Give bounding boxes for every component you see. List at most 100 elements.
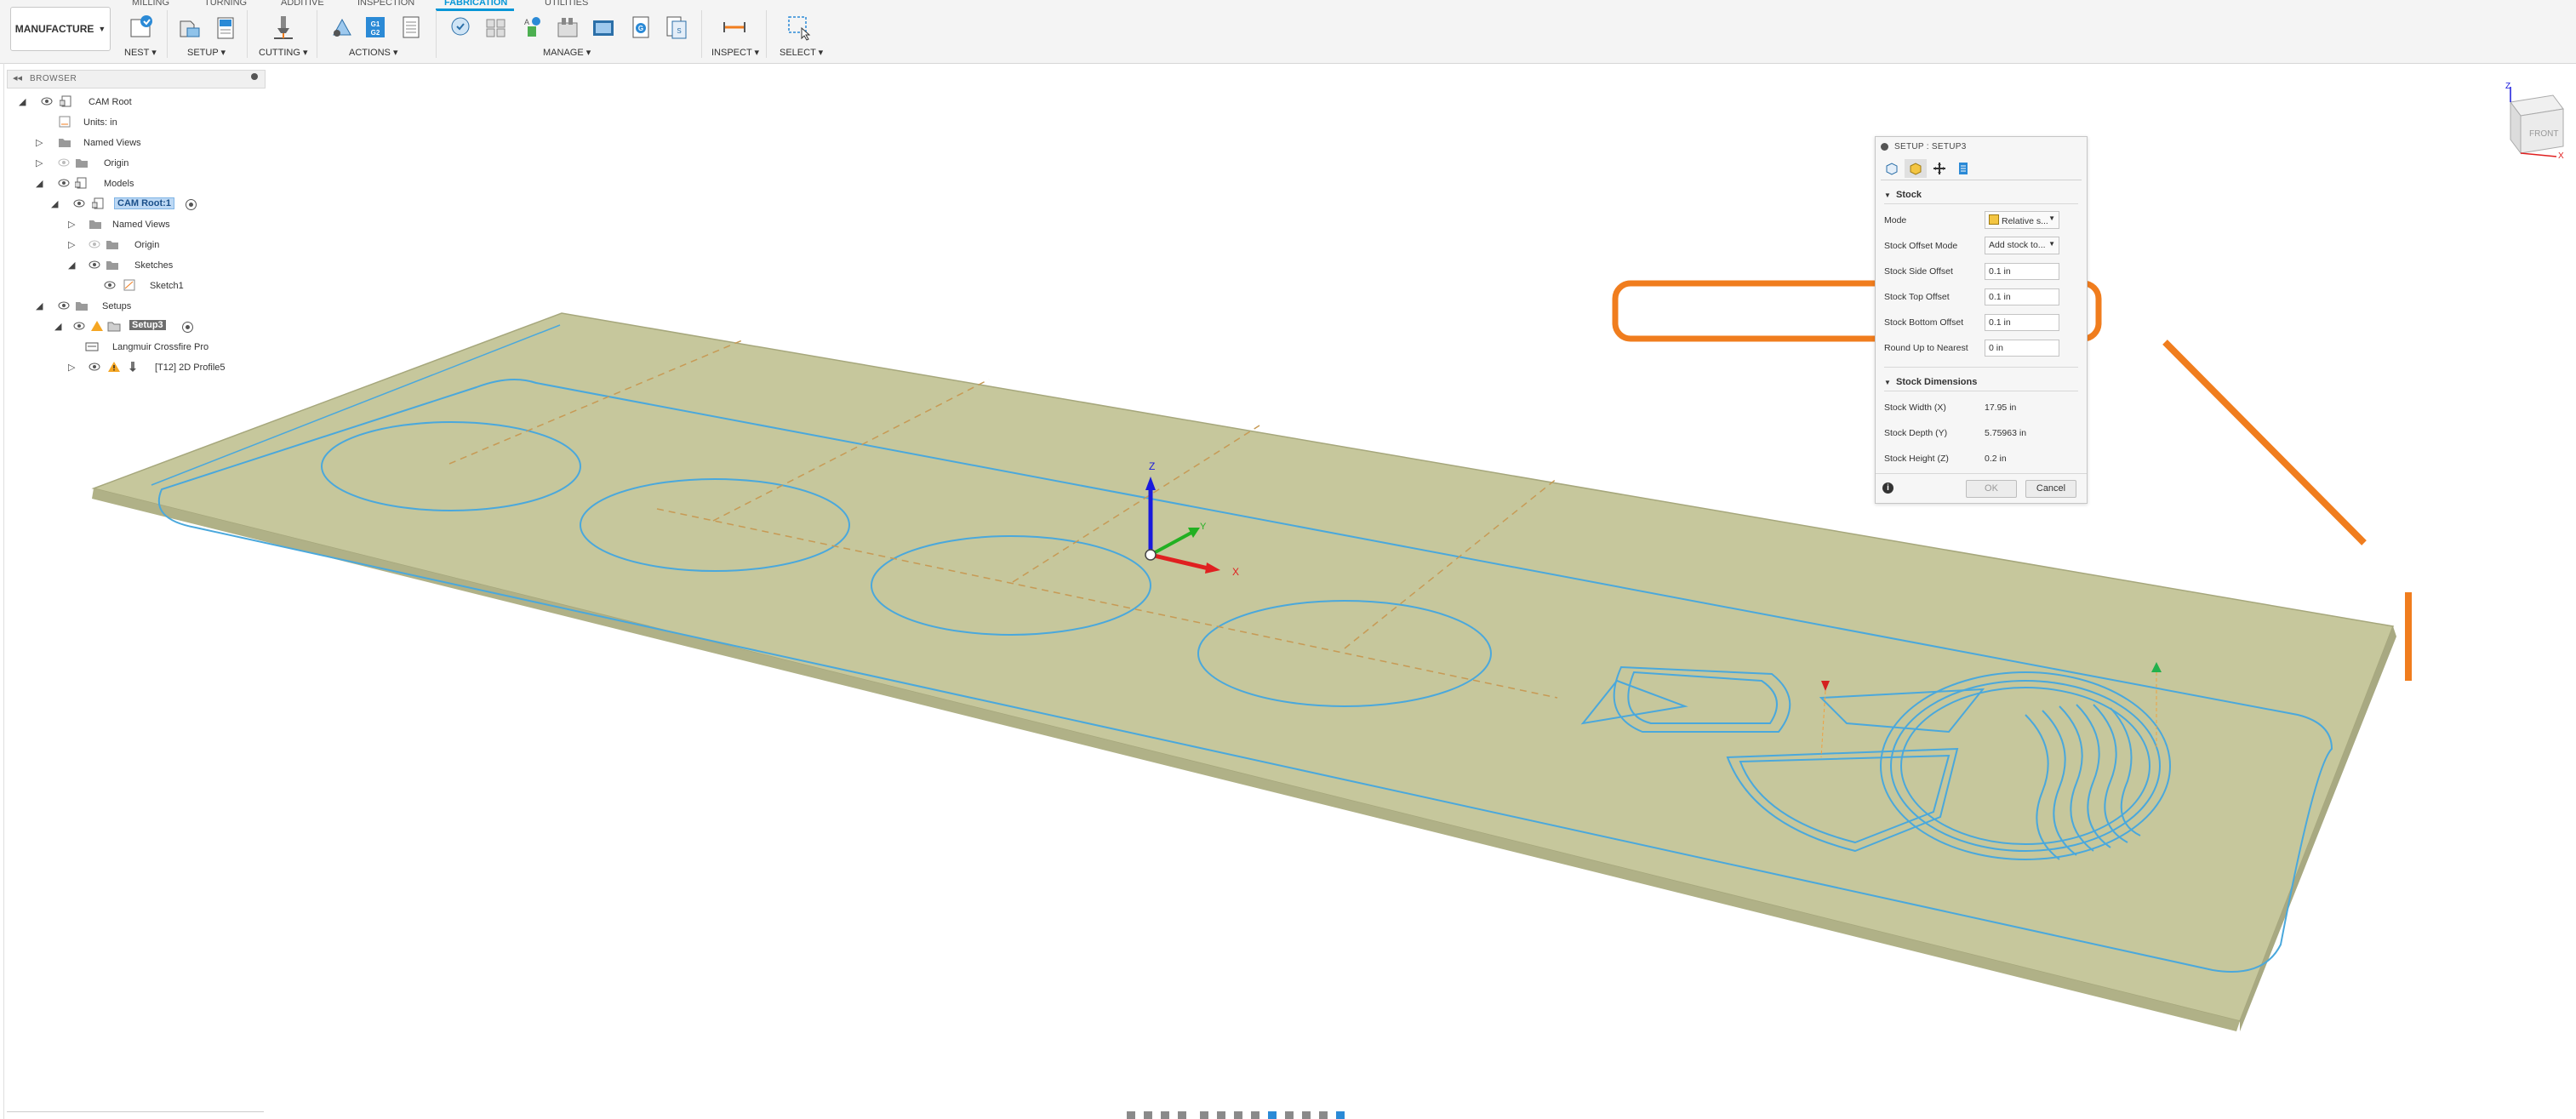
measure-icon[interactable] (720, 13, 749, 42)
section-stock-dimensions[interactable]: ▼ Stock Dimensions (1884, 377, 1977, 387)
tab-setup[interactable] (1881, 159, 1903, 178)
stock-depth-value: 5.75963 in (1985, 428, 2027, 438)
tab-utilities[interactable]: UTILITIES (545, 0, 588, 8)
export-doc-icon[interactable]: S (662, 13, 691, 42)
workspace-label: MANUFACTURE (14, 23, 94, 35)
cancel-button[interactable]: Cancel (2025, 480, 2076, 498)
stock-top-offset-input[interactable]: 0.1 in (1985, 288, 2059, 305)
chevron-down-icon: ▼ (1884, 191, 1891, 199)
group-inspect[interactable]: INSPECT ▾ (711, 47, 759, 58)
stock-width-value: 17.95 in (1985, 402, 2017, 413)
svg-text:S: S (677, 27, 681, 35)
tab-sheet[interactable] (1952, 159, 1974, 178)
view-cube[interactable]: FRONT Z X (2505, 82, 2564, 161)
mode-value: Relative s... (2002, 216, 2048, 226)
stock-top-offset-label: Stock Top Offset (1884, 292, 1950, 302)
simulate-icon[interactable] (327, 13, 356, 42)
dropdown-arrow-icon: ▼ (2048, 214, 2055, 222)
group-manage-label: MANAGE (543, 48, 584, 58)
simulation-icon[interactable] (1302, 1111, 1311, 1119)
tab-milling[interactable]: MILLING (132, 0, 169, 8)
tool-library-icon[interactable] (446, 13, 475, 42)
stock-icon (1989, 214, 1999, 225)
filter-icon[interactable] (1336, 1111, 1345, 1119)
axis-x-label: X (1232, 566, 1239, 578)
grid-settings-icon[interactable] (1217, 1111, 1225, 1119)
stock-width-label: Stock Width (X) (1884, 402, 1946, 413)
section-icon[interactable] (1251, 1111, 1259, 1119)
fit-icon[interactable] (1178, 1111, 1186, 1119)
tab-additive[interactable]: ADDITIVE (281, 0, 324, 8)
group-nest-label: NEST (124, 48, 150, 58)
ok-button[interactable]: OK (1966, 480, 2017, 498)
pan-icon[interactable] (1144, 1111, 1152, 1119)
toolpath-display-icon[interactable] (1285, 1111, 1294, 1119)
g-code-doc-icon[interactable]: G (626, 13, 655, 42)
stock-side-offset-input[interactable]: 0.1 in (1985, 263, 2059, 280)
select-window-icon[interactable] (785, 13, 814, 42)
group-cutting[interactable]: CUTTING ▾ (259, 47, 307, 58)
svg-text:G: G (638, 25, 643, 32)
dialog-title: SETUP : SETUP3 (1894, 142, 1967, 151)
nest-icon[interactable] (126, 13, 155, 42)
section-stock[interactable]: ▼ Stock (1884, 190, 1922, 200)
round-up-label: Round Up to Nearest (1884, 343, 1968, 353)
group-setup-label: SETUP (187, 48, 219, 58)
active-tab-indicator (436, 9, 514, 11)
post-library-icon[interactable] (553, 13, 582, 42)
separator (247, 10, 248, 58)
browser-bottom-edge (7, 1111, 264, 1112)
stock-side-offset-label: Stock Side Offset (1884, 266, 1953, 277)
round-up-input[interactable]: 0 in (1985, 340, 2059, 357)
tab-inspection[interactable]: INSPECTION (357, 0, 414, 8)
stock-offset-mode-value: Add stock to... (1989, 240, 2046, 250)
orbit-icon[interactable] (1127, 1111, 1135, 1119)
wcs-tab-icon (1933, 163, 1945, 174)
dialog-tabs (1881, 159, 2082, 180)
stock-height-value: 0.2 in (1985, 454, 2007, 464)
stock-height-label: Stock Height (Z) (1884, 454, 1949, 464)
workspace-switcher[interactable]: MANUFACTURE ▼ (10, 7, 111, 51)
zoom-icon[interactable] (1161, 1111, 1169, 1119)
stock-display-icon[interactable] (1268, 1111, 1277, 1119)
axis-z-label: Z (1149, 460, 1155, 472)
svg-text:G2: G2 (371, 29, 380, 37)
3d-viewport[interactable]: Z Y X FRONT Z X (0, 63, 2576, 1119)
post-process-icon[interactable]: G1 G2 (361, 13, 390, 42)
nc-program-icon[interactable] (589, 13, 618, 42)
setup-sheet-icon[interactable] (211, 13, 240, 42)
render-icon[interactable] (1319, 1111, 1328, 1119)
group-actions[interactable]: ACTIONS ▾ (349, 47, 397, 58)
group-manage[interactable]: MANAGE ▾ (543, 47, 591, 58)
info-icon[interactable]: i (1882, 482, 1893, 494)
setup-sheet-doc-icon[interactable] (397, 13, 426, 42)
stock-bottom-offset-input[interactable]: 0.1 in (1985, 314, 2059, 331)
display-settings-icon[interactable] (1200, 1111, 1208, 1119)
tab-stock[interactable] (1905, 159, 1927, 178)
group-select[interactable]: SELECT ▾ (780, 47, 823, 58)
setup-icon[interactable] (175, 13, 204, 42)
stock-offset-mode-select[interactable]: Add stock to... ▼ (1985, 237, 2059, 254)
group-actions-label: ACTIONS (349, 48, 391, 58)
viewcube-z-label: Z (2505, 82, 2510, 91)
annotation-arrow-line (2162, 340, 2367, 545)
tab-turning[interactable]: TURNING (204, 0, 247, 8)
dialog-close-icon[interactable] (1881, 143, 1888, 151)
group-setup[interactable]: SETUP ▾ (187, 47, 226, 58)
viewcube-front-label: FRONT (2529, 129, 2558, 139)
viewport-icon[interactable] (1234, 1111, 1242, 1119)
section-stock-label: Stock (1895, 190, 1922, 200)
chevron-down-icon: ▼ (1884, 379, 1891, 386)
machine-library-icon[interactable]: A (517, 13, 546, 42)
cutting-torch-icon[interactable] (269, 13, 298, 42)
group-nest[interactable]: NEST ▾ (124, 47, 157, 58)
mode-select[interactable]: Relative s... ▼ (1985, 211, 2059, 229)
divider (1876, 473, 2087, 474)
svg-text:G1: G1 (371, 20, 380, 28)
tab-fabrication[interactable]: FABRICATION (444, 0, 507, 8)
tab-post-process[interactable] (1928, 159, 1951, 178)
group-cutting-label: CUTTING (259, 48, 300, 58)
template-library-icon[interactable] (482, 13, 511, 42)
group-select-label: SELECT (780, 48, 816, 58)
section-stock-dimensions-label: Stock Dimensions (1895, 377, 1978, 387)
